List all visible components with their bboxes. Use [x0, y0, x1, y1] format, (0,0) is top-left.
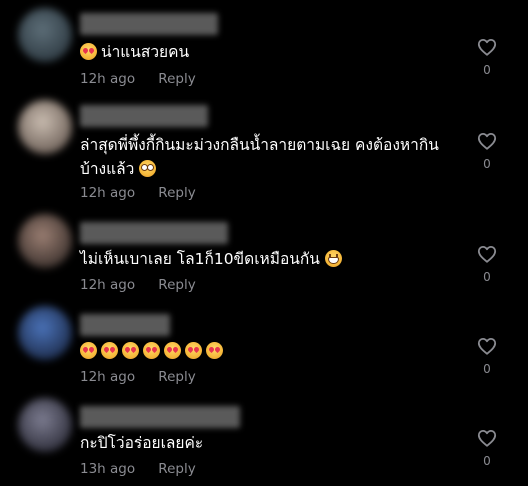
avatar[interactable]: [18, 8, 72, 62]
comment-item: ล่าสุดพี่พึ้งกี้กินมะม่วงกลืนน้ำลายตามเฉ…: [0, 92, 528, 201]
comment-item: น่าแนสวยคน 12h ago Reply 0: [0, 0, 528, 92]
like-button[interactable]: 0: [474, 337, 500, 376]
smiling-face-with-heart-eyes-emoji-icon: [80, 342, 97, 359]
comment-meta: 12h ago Reply: [80, 277, 196, 293]
heart-outline-icon[interactable]: [477, 337, 497, 355]
avatar[interactable]: [18, 398, 72, 452]
comment-text: กะปิโว่อร่อยเลยค่ะ: [80, 431, 460, 455]
reply-button[interactable]: Reply: [158, 71, 195, 87]
smiling-face-with-heart-eyes-emoji-icon: [143, 342, 160, 359]
username-blurred[interactable]: [80, 222, 228, 244]
username-blurred[interactable]: [80, 406, 240, 428]
comment-item: 12h ago Reply 0: [0, 302, 528, 394]
like-button[interactable]: 0: [474, 245, 500, 284]
like-count: 0: [483, 454, 491, 468]
comment-meta: 12h ago Reply: [80, 369, 196, 385]
comment-list: น่าแนสวยคน 12h ago Reply 0 ล่าสุดพี่พึ้ง…: [0, 0, 528, 485]
comment-time: 13h ago: [80, 461, 136, 477]
comment-time: 12h ago: [80, 185, 136, 201]
flushed-face-emoji-icon: [139, 160, 157, 177]
smiling-face-with-heart-eyes-emoji-icon: [80, 43, 97, 60]
comment-body: ล่าสุดพี่พึ้งกี้กินมะม่วงกลืนน้ำลายตามเฉ…: [80, 136, 439, 178]
comment-meta: 12h ago Reply: [80, 71, 196, 87]
reply-button[interactable]: Reply: [158, 369, 195, 385]
heart-outline-icon[interactable]: [477, 132, 497, 150]
comment-time: 12h ago: [80, 277, 136, 293]
avatar[interactable]: [18, 214, 72, 268]
comment-body: กะปิโว่อร่อยเลยค่ะ: [80, 434, 204, 452]
heart-outline-icon[interactable]: [477, 429, 497, 447]
comment-text: ไม่เห็นเบาเลย โล1ก็10ขีดเหมือนกัน: [80, 247, 460, 271]
comment-meta: 13h ago Reply: [80, 461, 196, 477]
comment-time: 12h ago: [80, 369, 136, 385]
comment-text: น่าแนสวยคน: [80, 40, 460, 64]
like-count: 0: [483, 362, 491, 376]
comment-body: ไม่เห็นเบาเลย โล1ก็10ขีดเหมือนกัน: [80, 250, 320, 268]
heart-outline-icon[interactable]: [477, 38, 497, 56]
smiling-face-with-heart-eyes-emoji-icon: [206, 342, 223, 359]
heart-outline-icon[interactable]: [477, 245, 497, 263]
comment-item: กะปิโว่อร่อยเลยค่ะ 13h ago Reply 0: [0, 394, 528, 486]
like-button[interactable]: 0: [474, 132, 500, 171]
like-count: 0: [483, 270, 491, 284]
grinning-face-with-teeth-emoji-icon: [324, 250, 342, 267]
smiling-face-with-heart-eyes-emoji-icon: [185, 342, 202, 359]
comment-meta: 12h ago Reply: [80, 185, 196, 201]
like-button[interactable]: 0: [474, 38, 500, 77]
smiling-face-with-heart-eyes-emoji-icon: [122, 342, 139, 359]
avatar[interactable]: [18, 100, 72, 154]
smiling-face-with-heart-eyes-emoji-icon: [164, 342, 181, 359]
reply-button[interactable]: Reply: [158, 185, 195, 201]
reply-button[interactable]: Reply: [158, 461, 195, 477]
reply-button[interactable]: Reply: [158, 277, 195, 293]
comment-time: 12h ago: [80, 71, 136, 87]
comment-text: [80, 339, 460, 363]
comment-body: น่าแนสวยคน: [101, 43, 190, 61]
comment-item: ไม่เห็นเบาเลย โล1ก็10ขีดเหมือนกัน 12h ag…: [0, 210, 528, 302]
username-blurred[interactable]: [80, 105, 208, 127]
like-count: 0: [483, 157, 491, 171]
username-blurred[interactable]: [80, 314, 170, 336]
username-blurred[interactable]: [80, 13, 218, 35]
comment-text: ล่าสุดพี่พึ้งกี้กินมะม่วงกลืนน้ำลายตามเฉ…: [80, 133, 460, 181]
avatar[interactable]: [18, 306, 72, 360]
like-count: 0: [483, 63, 491, 77]
like-button[interactable]: 0: [474, 429, 500, 468]
smiling-face-with-heart-eyes-emoji-icon: [101, 342, 118, 359]
